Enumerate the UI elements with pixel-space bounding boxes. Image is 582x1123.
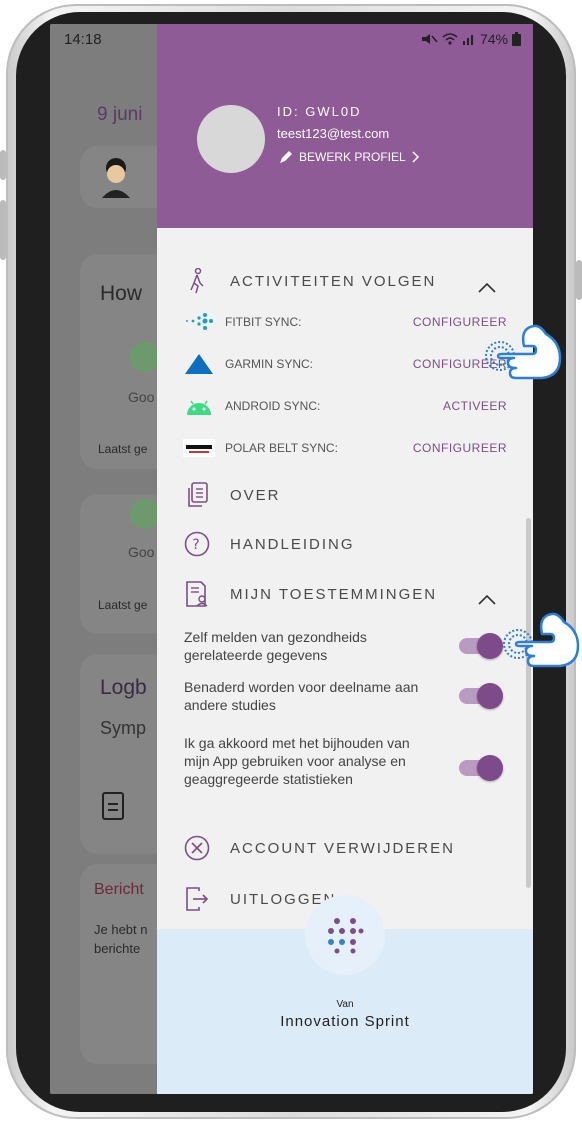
consent-other-studies: Benaderd worden voor deelname aan andere… <box>184 679 419 713</box>
menu-about-label: OVER <box>230 486 281 504</box>
footer-van: Van <box>336 999 354 1010</box>
app-logo-icon <box>305 895 385 975</box>
tap-hand-icon <box>503 612 580 668</box>
sync-label: ANDROID SYNC: <box>225 399 321 413</box>
chevron-up-icon[interactable] <box>477 282 497 294</box>
bg-logbook-label: Logb <box>100 676 147 699</box>
profile-header: ID: GWL0D teest123@test.com BEWERK PROFI… <box>157 24 533 228</box>
consent-self-report-toggle[interactable] <box>459 633 503 659</box>
consent-self-report: Zelf melden van gezondheids gerelateerde… <box>184 629 367 663</box>
walking-icon <box>184 268 210 294</box>
menu-manual[interactable]: ? HANDLEIDING <box>184 531 355 557</box>
avatar-icon <box>102 158 130 198</box>
user-email: teest123@test.com <box>277 126 390 141</box>
user-id: ID: GWL0D <box>277 104 362 119</box>
menu-delete-account-label: ACCOUNT VERWIJDEREN <box>230 839 455 857</box>
drawer-footer: Van Innovation Sprint <box>157 895 533 1094</box>
bg-date: 9 juni <box>97 104 143 125</box>
document-icon <box>102 792 124 820</box>
bg-last-label-2: Laatst ge <box>98 598 148 612</box>
power-button <box>576 260 582 300</box>
delete-circle-icon <box>184 835 210 861</box>
bg-good-label: Goo <box>128 389 155 405</box>
android-logo-icon <box>183 395 215 417</box>
mute-icon <box>421 34 438 44</box>
drawer-scrollbar[interactable] <box>526 518 531 888</box>
bg-symptom-label: Symp <box>100 718 147 738</box>
bg-how-label: How <box>100 282 143 305</box>
edit-profile-button[interactable]: BEWERK PROFIEL <box>279 150 420 164</box>
consent-analytics: Ik ga akkoord met het bijhouden van mijn… <box>184 735 410 787</box>
sync-row-polar: POLAR BELT SYNC: CONFIGUREER <box>183 436 507 460</box>
chevron-up-icon[interactable] <box>477 594 497 606</box>
consent-other-studies-toggle[interactable] <box>459 683 503 709</box>
battery-icon <box>512 32 521 46</box>
menu-about[interactable]: OVER <box>184 482 281 508</box>
consent-document-icon <box>184 581 210 607</box>
smile-icon <box>130 499 160 529</box>
sync-label: POLAR BELT SYNC: <box>225 441 338 455</box>
section-activities[interactable]: ACTIVITEITEN VOLGEN <box>184 268 524 294</box>
status-icons: 74% <box>420 31 521 47</box>
pencil-icon <box>280 151 292 163</box>
toggle-knob <box>477 755 503 781</box>
toggle-knob <box>477 683 503 709</box>
tap-hand-icon <box>485 324 562 380</box>
section-activities-label: ACTIVITEITEN VOLGEN <box>230 272 437 290</box>
screen: 9 juni How Goo Laatst ge Goo Laatst ge L… <box>50 24 533 1094</box>
garmin-logo-icon <box>183 353 215 375</box>
volume-button <box>0 200 6 260</box>
consent-analytics-toggle[interactable] <box>459 755 503 781</box>
menu-delete-account[interactable]: ACCOUNT VERWIJDEREN <box>184 835 455 861</box>
battery-level: 74% <box>479 31 508 47</box>
bg-messages-text: berichte <box>94 941 141 956</box>
volume-button <box>0 150 6 180</box>
chevron-right-icon <box>412 151 419 163</box>
avatar[interactable] <box>197 105 265 173</box>
android-activate-button[interactable]: ACTIVEER <box>443 399 507 413</box>
status-time: 14:18 <box>64 30 102 48</box>
footer-brand: Innovation Sprint <box>280 1013 410 1030</box>
document-copy-icon <box>184 482 210 508</box>
logout-icon <box>184 886 210 912</box>
navigation-drawer: ID: GWL0D teest123@test.com BEWERK PROFI… <box>157 24 533 1094</box>
smile-icon <box>130 342 160 372</box>
svg-text:?: ? <box>192 537 201 553</box>
wifi-icon <box>442 33 458 45</box>
bg-messages-text: Je hebt n <box>94 922 148 937</box>
sync-row-garmin: GARMIN SYNC: CONFIGUREER <box>183 352 507 376</box>
menu-manual-label: HANDLEIDING <box>230 535 355 553</box>
polar-configure-button[interactable]: CONFIGUREER <box>413 441 507 455</box>
sync-row-fitbit: FITBIT SYNC: CONFIGUREER <box>183 310 507 334</box>
section-permissions[interactable]: MIJN TOESTEMMINGEN <box>184 581 524 607</box>
signal-icon <box>462 35 473 45</box>
sync-label: GARMIN SYNC: <box>225 357 314 371</box>
sync-row-android: ANDROID SYNC: ACTIVEER <box>183 394 507 418</box>
sync-label: FITBIT SYNC: <box>225 315 302 329</box>
bg-last-label: Laatst ge <box>98 442 148 456</box>
edit-profile-label: BEWERK PROFIEL <box>299 150 406 164</box>
bg-good-label-2: Goo <box>128 544 155 560</box>
menu-logout[interactable]: UITLOGGEN <box>184 886 336 912</box>
polar-logo-icon <box>183 437 215 459</box>
help-icon: ? <box>184 531 210 557</box>
fitbit-logo-icon <box>183 311 215 333</box>
section-permissions-label: MIJN TOESTEMMINGEN <box>230 585 438 603</box>
bg-messages-label: Bericht <box>94 881 144 898</box>
status-bar: 14:18 74% <box>50 24 533 54</box>
